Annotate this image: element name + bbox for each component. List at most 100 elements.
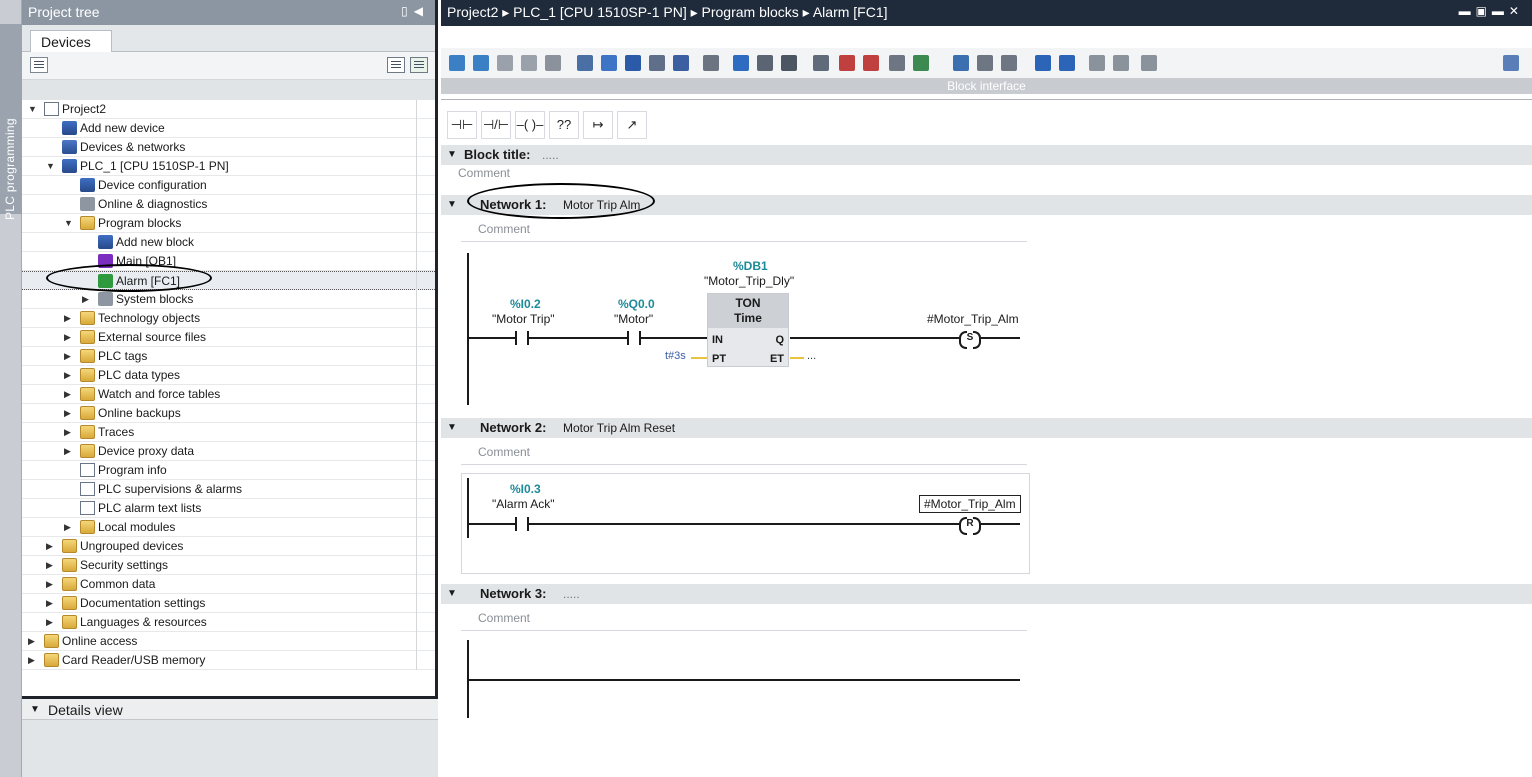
breadcrumb-item-program-blocks[interactable]: Program blocks bbox=[702, 4, 799, 20]
tree-item[interactable]: ▶ Common data bbox=[22, 575, 435, 594]
no-contact-button[interactable]: ⊣⊢ bbox=[447, 111, 477, 139]
tree-item[interactable]: ▶ PLC data types bbox=[22, 366, 435, 385]
expand-arrow-icon[interactable]: ▶ bbox=[64, 427, 74, 437]
tree-item[interactable]: ▶ Online access bbox=[22, 632, 435, 651]
monitor-all-icon[interactable] bbox=[1089, 55, 1105, 71]
details-view-header[interactable]: ▼ Details view bbox=[22, 699, 438, 720]
add-row-icon[interactable] bbox=[521, 55, 537, 71]
block-title-value[interactable]: ..... bbox=[542, 148, 559, 162]
view-list-icon[interactable] bbox=[387, 57, 405, 73]
collapse-arrow-icon[interactable]: ▼ bbox=[64, 218, 74, 228]
network-2-title[interactable]: Motor Trip Alm Reset bbox=[563, 421, 675, 435]
interface-splitter[interactable] bbox=[441, 94, 1532, 100]
expand-arrow-icon[interactable]: ▶ bbox=[64, 446, 74, 456]
tree-item[interactable]: ▶ Online backups bbox=[22, 404, 435, 423]
insert-row-icon[interactable] bbox=[497, 55, 513, 71]
tree-item[interactable]: ▼ PLC_1 [CPU 1510SP-1 PN] bbox=[22, 157, 435, 176]
expand-arrow-icon[interactable]: ▶ bbox=[64, 522, 74, 532]
set-coil[interactable]: S bbox=[959, 331, 981, 349]
tree-item[interactable]: ▶ Technology objects bbox=[22, 309, 435, 328]
expand-arrow-icon[interactable]: ▶ bbox=[82, 294, 92, 304]
close-all-icon[interactable] bbox=[703, 55, 719, 71]
collapse-arrow-icon[interactable]: ▼ bbox=[28, 104, 38, 114]
block-comment[interactable]: Comment bbox=[458, 166, 510, 180]
go-offline-icon[interactable] bbox=[1059, 55, 1075, 71]
expand-arrow-icon[interactable]: ▶ bbox=[64, 332, 74, 342]
tree-item[interactable]: ▶ Card Reader/USB memory bbox=[22, 651, 435, 670]
contact-2-tag[interactable]: "Motor" bbox=[614, 312, 653, 326]
network-1-comment[interactable]: Comment bbox=[478, 222, 530, 236]
ton-timer-box[interactable]: TON Time IN PT Q ET bbox=[707, 293, 789, 367]
contact-3-tag[interactable]: "Alarm Ack" bbox=[492, 497, 555, 511]
download-icon[interactable] bbox=[813, 55, 829, 71]
layout-toggle-icon[interactable] bbox=[1503, 55, 1519, 71]
network-3-header[interactable]: ▼ Network 3: ..... bbox=[441, 584, 1532, 604]
collapse-arrow-icon[interactable]: ▼ bbox=[447, 422, 457, 433]
tree-options-icon[interactable] bbox=[30, 57, 48, 73]
contact-motor-trip[interactable] bbox=[515, 331, 529, 345]
coil-button[interactable]: –( )– bbox=[515, 111, 545, 139]
compare-icon[interactable] bbox=[889, 55, 905, 71]
tree-item[interactable]: ▶ Languages & resources bbox=[22, 613, 435, 632]
absolute-symbolic-icon[interactable] bbox=[577, 55, 593, 71]
expand-arrow-icon[interactable]: ▶ bbox=[46, 560, 56, 570]
collapse-arrow-icon[interactable]: ▼ bbox=[30, 704, 40, 715]
tree-item[interactable]: ▶ Local modules bbox=[22, 518, 435, 537]
close-branch-button[interactable]: ↗ bbox=[617, 111, 647, 139]
collapse-arrow-icon[interactable]: ▼ bbox=[447, 588, 457, 599]
network-3-title[interactable]: ..... bbox=[563, 587, 580, 601]
move-icon[interactable] bbox=[545, 55, 561, 71]
tree-item[interactable]: ▶ PLC tags bbox=[22, 347, 435, 366]
empty-box-button[interactable]: ?? bbox=[549, 111, 579, 139]
expand-arrow-icon[interactable]: ▶ bbox=[64, 313, 74, 323]
expand-arrow-icon[interactable]: ▶ bbox=[64, 351, 74, 361]
network-2-header[interactable]: ▼ Network 2: Motor Trip Alm Reset bbox=[441, 418, 1532, 438]
breadcrumb-item-project[interactable]: Project2 bbox=[447, 4, 498, 20]
tree-item[interactable]: ▶ External source files bbox=[22, 328, 435, 347]
tab-devices[interactable]: Devices bbox=[30, 30, 112, 53]
network-2-comment[interactable]: Comment bbox=[478, 445, 530, 459]
tree-item[interactable]: Add new block bbox=[22, 233, 435, 252]
timer-pt-value[interactable]: t#3s bbox=[665, 350, 686, 362]
tree-item[interactable]: ▶ Documentation settings bbox=[22, 594, 435, 613]
insert-network-icon[interactable] bbox=[449, 55, 465, 71]
error-icon[interactable] bbox=[839, 55, 855, 71]
display-icon[interactable] bbox=[733, 55, 749, 71]
error-next-icon[interactable] bbox=[863, 55, 879, 71]
block-title-header[interactable]: ▼ Block title: ..... bbox=[441, 145, 1532, 165]
expand-arrow-icon[interactable]: ▶ bbox=[46, 617, 56, 627]
open-all-icon[interactable] bbox=[673, 55, 689, 71]
nc-contact-button[interactable]: ⊣/⊢ bbox=[481, 111, 511, 139]
expand-arrow-icon[interactable]: ▶ bbox=[64, 389, 74, 399]
collapse-arrow-icon[interactable]: ▼ bbox=[447, 149, 457, 160]
tree-item[interactable]: ▶ Traces bbox=[22, 423, 435, 442]
contact-1-tag[interactable]: "Motor Trip" bbox=[492, 312, 555, 326]
expand-arrow-icon[interactable]: ▶ bbox=[46, 579, 56, 589]
collapse-arrow-icon[interactable]: ▼ bbox=[46, 161, 56, 171]
tree-item[interactable]: Devices & networks bbox=[22, 138, 435, 157]
status-icon[interactable] bbox=[757, 55, 773, 71]
tree-item[interactable]: ▶ Watch and force tables bbox=[22, 385, 435, 404]
tree-item[interactable]: Add new device bbox=[22, 119, 435, 138]
rung-wire[interactable] bbox=[469, 679, 1020, 681]
breadcrumb-item-plc[interactable]: PLC_1 [CPU 1510SP-1 PN] bbox=[513, 4, 687, 20]
tree-item[interactable]: ▶ System blocks bbox=[22, 290, 435, 309]
navigate-2-icon[interactable] bbox=[1001, 55, 1017, 71]
checked-icon[interactable] bbox=[913, 55, 929, 71]
navigate-icon[interactable] bbox=[977, 55, 993, 71]
breadcrumb-item-alarm[interactable]: Alarm [FC1] bbox=[813, 4, 888, 20]
refresh-tree-icon[interactable] bbox=[410, 57, 428, 73]
show-favorites-icon[interactable] bbox=[601, 55, 617, 71]
timer-db-name[interactable]: "Motor_Trip_Dly" bbox=[704, 274, 794, 288]
comment-icon[interactable] bbox=[649, 55, 665, 71]
expand-arrow-icon[interactable]: ▶ bbox=[46, 541, 56, 551]
expand-arrow-icon[interactable]: ▶ bbox=[64, 370, 74, 380]
block-interface-bar[interactable]: Block interface bbox=[441, 78, 1532, 94]
database-icon[interactable] bbox=[1141, 55, 1157, 71]
tree-item[interactable]: ▶ Security settings bbox=[22, 556, 435, 575]
tree-item[interactable]: ▼ Program blocks bbox=[22, 214, 435, 233]
reset-coil[interactable]: R bbox=[959, 517, 981, 535]
expand-arrow-icon[interactable]: ▶ bbox=[28, 655, 38, 665]
tree-item[interactable]: ▶ Device proxy data bbox=[22, 442, 435, 461]
expand-arrow-icon[interactable]: ▶ bbox=[64, 408, 74, 418]
